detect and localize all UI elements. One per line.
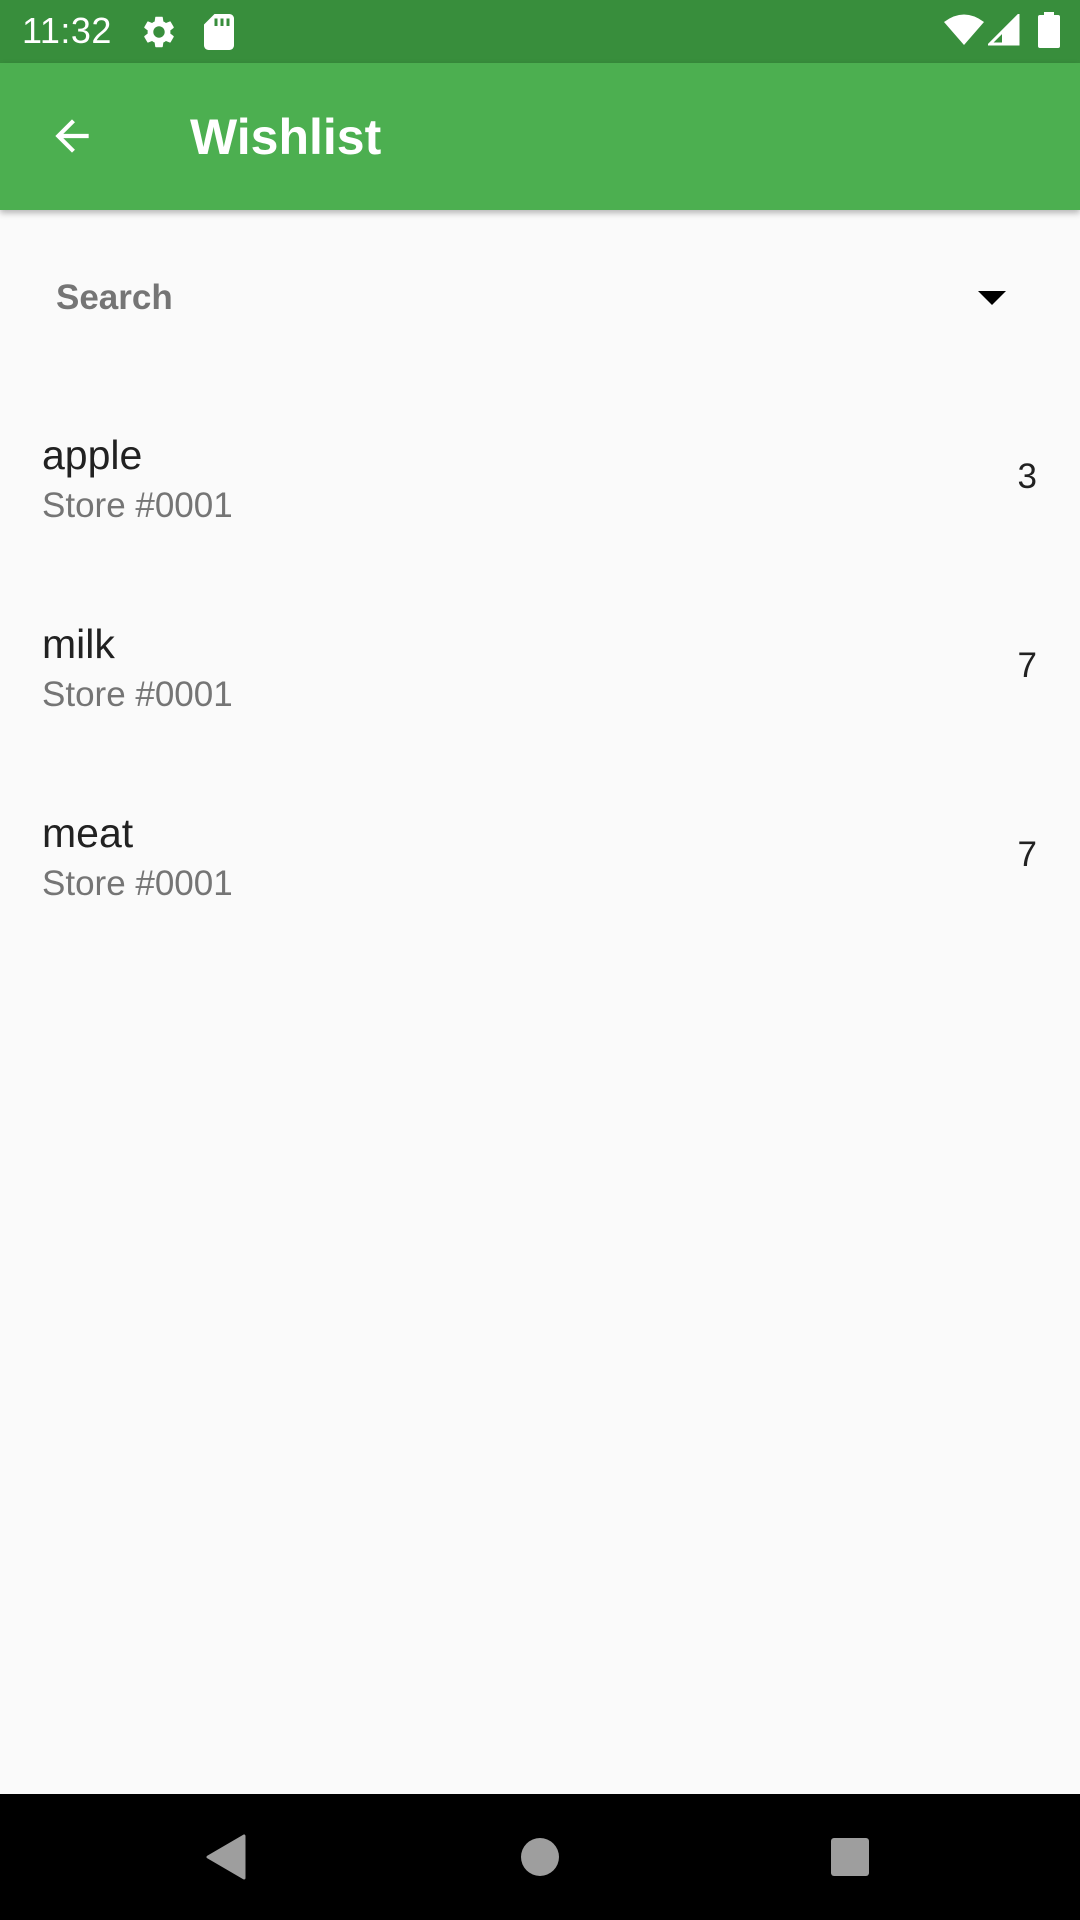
settings-gear-icon	[144, 16, 174, 48]
back-button[interactable]	[36, 100, 108, 172]
app-bar: Wishlist	[0, 63, 1080, 210]
item-count: 3	[1017, 457, 1037, 496]
wifi-icon	[944, 14, 984, 45]
list-item[interactable]: milk Store #0001 7	[0, 589, 1080, 778]
status-bar: 11:32	[0, 0, 1080, 63]
nav-back-button[interactable]	[186, 1817, 266, 1897]
arrow-back-icon	[55, 119, 89, 153]
item-name: apple	[42, 432, 143, 478]
item-name: meat	[42, 810, 134, 856]
cellular-signal-icon	[988, 14, 1020, 46]
back-triangle-icon	[206, 1834, 246, 1880]
item-store: Store #0001	[42, 864, 233, 903]
item-store: Store #0001	[42, 675, 233, 714]
nav-recents-button[interactable]	[810, 1817, 890, 1897]
item-store: Store #0001	[42, 486, 233, 525]
status-time: 11:32	[22, 10, 112, 51]
list-item[interactable]: apple Store #0001 3	[0, 400, 1080, 589]
page-title: Wishlist	[190, 109, 382, 165]
system-nav-bar	[0, 1794, 1080, 1920]
item-count: 7	[1017, 835, 1037, 874]
wishlist-list: apple Store #0001 3 milk Store #0001 7 m…	[0, 400, 1080, 967]
home-circle-icon	[521, 1838, 559, 1876]
search-dropdown[interactable]: Search	[24, 250, 1024, 346]
sd-card-icon	[204, 14, 234, 50]
item-count: 7	[1017, 646, 1037, 685]
list-item[interactable]: meat Store #0001 7	[0, 778, 1080, 967]
arrow-drop-down-icon	[978, 291, 1006, 305]
battery-icon	[1038, 12, 1060, 48]
item-name: milk	[42, 621, 115, 667]
recents-square-icon	[831, 1838, 869, 1876]
search-label: Search	[56, 278, 173, 317]
nav-home-button[interactable]	[500, 1817, 580, 1897]
